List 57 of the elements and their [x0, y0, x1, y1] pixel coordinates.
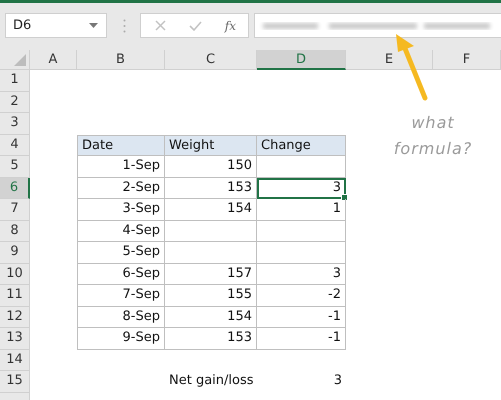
table-cell: 157 [165, 264, 257, 285]
table-cell: 1-Sep [77, 156, 165, 178]
column-header[interactable]: C [165, 50, 257, 70]
table-cell: -1 [257, 306, 346, 328]
row-header[interactable]: 6 [0, 178, 30, 199]
annotation-text: what formula? [392, 112, 474, 160]
row-header[interactable]: 10 [0, 264, 30, 285]
table-cell: 1 [257, 199, 346, 220]
row-header[interactable]: 7 [0, 199, 30, 220]
table-header-cell: Weight [165, 134, 257, 156]
table-cell: 3 [257, 178, 346, 199]
table-cell: 6-Sep [77, 264, 165, 285]
table-cell: 2-Sep [77, 178, 165, 199]
column-header[interactable]: D [257, 50, 346, 70]
table-cell: 7-Sep [77, 285, 165, 306]
check-icon[interactable] [188, 20, 202, 30]
table-cell: 153 [165, 328, 257, 350]
row-header[interactable]: 4 [0, 134, 30, 156]
row-header[interactable]: 12 [0, 306, 30, 328]
table-cell: 153 [165, 178, 257, 199]
table-cell: 8-Sep [77, 306, 165, 328]
row-header[interactable]: 3 [0, 113, 30, 134]
table-cell: 4-Sep [77, 220, 165, 242]
row-header[interactable]: 15 [0, 371, 30, 392]
dropdown-icon[interactable] [89, 23, 98, 28]
column-header[interactable]: F [433, 50, 501, 70]
row-header[interactable]: 8 [0, 220, 30, 242]
row-header[interactable]: 1 [0, 70, 30, 92]
summary-value: 3 [332, 372, 343, 390]
table-cell: 155 [165, 285, 257, 306]
table-cell: 5-Sep [77, 242, 165, 264]
table-cell: 3-Sep [77, 199, 165, 220]
table-cell: -1 [257, 328, 346, 350]
table-cell: -2 [257, 285, 346, 306]
row-header[interactable]: 2 [0, 92, 30, 113]
insert-function-button[interactable]: fx [224, 18, 236, 32]
column-header[interactable]: B [77, 50, 165, 70]
drag-handle-icon [123, 19, 126, 33]
column-header[interactable]: A [30, 50, 77, 70]
name-box[interactable]: D6 [5, 13, 107, 38]
row-header[interactable]: 9 [0, 242, 30, 264]
cancel-icon[interactable] [155, 20, 166, 31]
table-header-cell: Date [77, 134, 165, 156]
table-cell: 154 [165, 306, 257, 328]
row-header[interactable]: 11 [0, 285, 30, 306]
row-header[interactable]: 5 [0, 156, 30, 178]
table-cell: 150 [165, 156, 257, 178]
table-cell: 3 [257, 264, 346, 285]
table-header-cell: Change [257, 134, 346, 156]
formula-bar[interactable] [254, 13, 501, 38]
row-header[interactable]: 14 [0, 350, 30, 371]
table-cell: 154 [165, 199, 257, 220]
column-header[interactable]: E [346, 50, 433, 70]
row-header[interactable]: 13 [0, 328, 30, 350]
select-all-icon[interactable] [14, 54, 26, 66]
table-cell: 9-Sep [77, 328, 165, 350]
summary-label: Net gain/loss [168, 372, 255, 390]
